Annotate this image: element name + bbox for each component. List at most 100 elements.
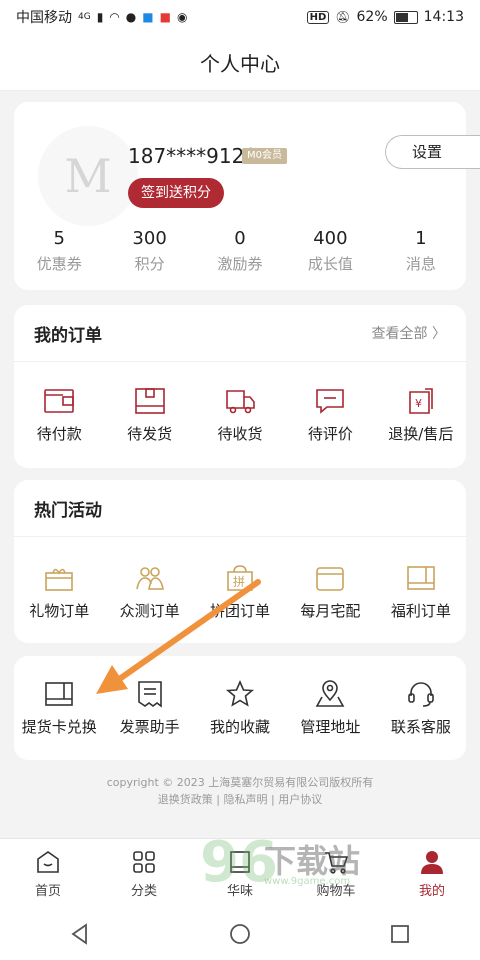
activity-crowd-test-orders[interactable]: 众测订单 bbox=[104, 564, 194, 621]
location-icon bbox=[316, 680, 345, 707]
tab-home[interactable]: 首页 bbox=[0, 839, 96, 909]
wechat-icon: ◉ bbox=[176, 10, 188, 24]
invoice-icon bbox=[137, 681, 162, 708]
recents-icon[interactable] bbox=[388, 922, 412, 946]
stat-label: 消息 bbox=[405, 255, 436, 273]
tab-label: 购物车 bbox=[316, 884, 356, 899]
home-icon bbox=[37, 851, 59, 873]
user-phone: 187****9128 bbox=[128, 144, 258, 168]
orders-header: 我的订单 查看全部 〉 bbox=[14, 305, 466, 362]
order-status-label: 待发货 bbox=[127, 425, 173, 443]
view-all-orders-link[interactable]: 查看全部 〉 bbox=[372, 323, 446, 343]
activities-row: 礼物订单 众测订单 拼 拼团订单 每月宅配 福利订单 bbox=[14, 564, 466, 621]
wallet-icon bbox=[44, 389, 75, 413]
stat-messages[interactable]: 1 消息 bbox=[376, 228, 466, 274]
service-card-redeem[interactable]: 提货卡兑换 bbox=[14, 680, 104, 737]
activity-label: 众测订单 bbox=[119, 602, 180, 620]
footer: copyright © 2023 上海莫塞尔贸易有限公司版权所有 退换货政策 |… bbox=[0, 774, 480, 808]
group-buy-icon: 拼 bbox=[227, 565, 253, 591]
user-icon bbox=[421, 851, 443, 874]
user-stats: 5 优惠券 300 积分 0 激励券 400 成长值 1 消息 bbox=[14, 228, 466, 274]
welfare-icon bbox=[407, 566, 435, 590]
activity-gift-orders[interactable]: 礼物订单 bbox=[14, 564, 104, 621]
service-customer-support[interactable]: 联系客服 bbox=[376, 680, 466, 737]
cart-icon bbox=[325, 852, 349, 874]
home-circle-icon[interactable] bbox=[228, 922, 252, 946]
policy-links[interactable]: 退换货政策 | 隐私声明 | 用户协议 bbox=[0, 791, 480, 808]
battery-percent: 62% bbox=[356, 9, 388, 25]
order-status-row: 待付款 待发货 待收货 待评价 ¥ 退换/售后 bbox=[14, 387, 466, 444]
book-icon bbox=[230, 851, 250, 873]
network-label: 4G bbox=[78, 11, 91, 22]
activities-card: 热门活动 礼物订单 众测订单 拼 拼团订单 每月宅配 福利订单 bbox=[14, 480, 466, 643]
services-row: 提货卡兑换 发票助手 我的收藏 管理地址 联系客服 bbox=[14, 680, 466, 737]
category-icon bbox=[133, 851, 155, 873]
activity-welfare-orders[interactable]: 福利订单 bbox=[376, 564, 466, 621]
hd-badge: HD bbox=[306, 10, 330, 24]
checkin-button[interactable]: 签到送积分 bbox=[128, 178, 224, 208]
order-refund[interactable]: ¥ 退换/售后 bbox=[376, 387, 466, 444]
app-notification-icon: ■ bbox=[142, 10, 154, 24]
order-pending-receipt[interactable]: 待收货 bbox=[195, 387, 285, 444]
stat-value: 5 bbox=[53, 228, 65, 249]
stat-label: 成长值 bbox=[307, 255, 353, 273]
stat-label: 优惠券 bbox=[36, 255, 82, 273]
tab-label: 我的 bbox=[418, 884, 445, 899]
section-title: 热门活动 bbox=[34, 500, 102, 521]
order-status-label: 待付款 bbox=[36, 425, 82, 443]
tab-label: 首页 bbox=[34, 884, 61, 899]
calendar-icon bbox=[316, 567, 345, 591]
stat-value: 1 bbox=[415, 228, 427, 249]
stat-growth[interactable]: 400 成长值 bbox=[285, 228, 375, 274]
order-pending-payment[interactable]: 待付款 bbox=[14, 387, 104, 444]
activity-monthly-delivery[interactable]: 每月宅配 bbox=[285, 564, 375, 621]
package-icon bbox=[134, 388, 165, 414]
service-label: 发票助手 bbox=[119, 718, 180, 736]
tab-me[interactable]: 我的 bbox=[384, 839, 480, 909]
refund-icon: ¥ bbox=[409, 388, 433, 414]
card-icon bbox=[45, 682, 74, 706]
section-title: 我的订单 bbox=[34, 325, 102, 346]
stat-value: 0 bbox=[234, 228, 246, 249]
tab-label: 分类 bbox=[130, 884, 157, 899]
activity-label: 每月宅配 bbox=[300, 602, 361, 620]
status-bar: 中国移动 4G ▮ ◠ ● ■ ■ ◉ HD 🔕︎ 62% 14:13 bbox=[0, 0, 480, 34]
stat-value: 300 bbox=[132, 228, 167, 249]
activity-label: 礼物订单 bbox=[29, 602, 90, 620]
copyright-text: copyright © 2023 上海莫塞尔贸易有限公司版权所有 bbox=[106, 776, 374, 789]
service-invoice-assistant[interactable]: 发票助手 bbox=[104, 680, 194, 737]
member-badge: M0会员 bbox=[242, 148, 287, 164]
activities-header: 热门活动 bbox=[14, 480, 466, 537]
stat-points[interactable]: 300 积分 bbox=[104, 228, 194, 274]
services-card: 提货卡兑换 发票助手 我的收藏 管理地址 联系客服 bbox=[14, 656, 466, 760]
stat-incentive-coupons[interactable]: 0 激励券 bbox=[195, 228, 285, 274]
system-nav-bar bbox=[0, 908, 480, 960]
activity-group-buy-orders[interactable]: 拼 拼团订单 bbox=[195, 564, 285, 621]
tab-huawei[interactable]: 华味 bbox=[192, 839, 288, 909]
stat-label: 激励券 bbox=[217, 255, 263, 273]
time-label: 14:13 bbox=[423, 9, 464, 25]
order-pending-shipment[interactable]: 待发货 bbox=[104, 387, 194, 444]
carrier-label: 中国移动 bbox=[16, 10, 72, 26]
avatar-letter: M bbox=[64, 149, 112, 203]
back-icon[interactable] bbox=[68, 922, 92, 946]
message-icon: ● bbox=[125, 10, 137, 24]
order-pending-review[interactable]: 待评价 bbox=[285, 387, 375, 444]
service-label: 联系客服 bbox=[390, 718, 451, 736]
settings-button[interactable]: 设置 bbox=[385, 135, 480, 169]
service-label: 我的收藏 bbox=[210, 718, 271, 736]
service-label: 管理地址 bbox=[300, 718, 361, 736]
bottom-tab-bar: 首页 分类 华味 购物车 我的 bbox=[0, 838, 480, 909]
signal-icon: ▮ bbox=[96, 10, 104, 24]
stat-value: 400 bbox=[313, 228, 348, 249]
wifi-icon: ◠ bbox=[109, 10, 120, 24]
avatar[interactable]: M bbox=[38, 126, 138, 226]
service-label: 提货卡兑换 bbox=[21, 718, 97, 736]
activity-label: 拼团订单 bbox=[210, 602, 271, 620]
service-favorites[interactable]: 我的收藏 bbox=[195, 680, 285, 737]
stat-coupons[interactable]: 5 优惠券 bbox=[14, 228, 104, 274]
tab-cart[interactable]: 购物车 bbox=[288, 839, 384, 909]
service-manage-address[interactable]: 管理地址 bbox=[285, 680, 375, 737]
svg-text:拼: 拼 bbox=[233, 575, 245, 589]
tab-category[interactable]: 分类 bbox=[96, 839, 192, 909]
